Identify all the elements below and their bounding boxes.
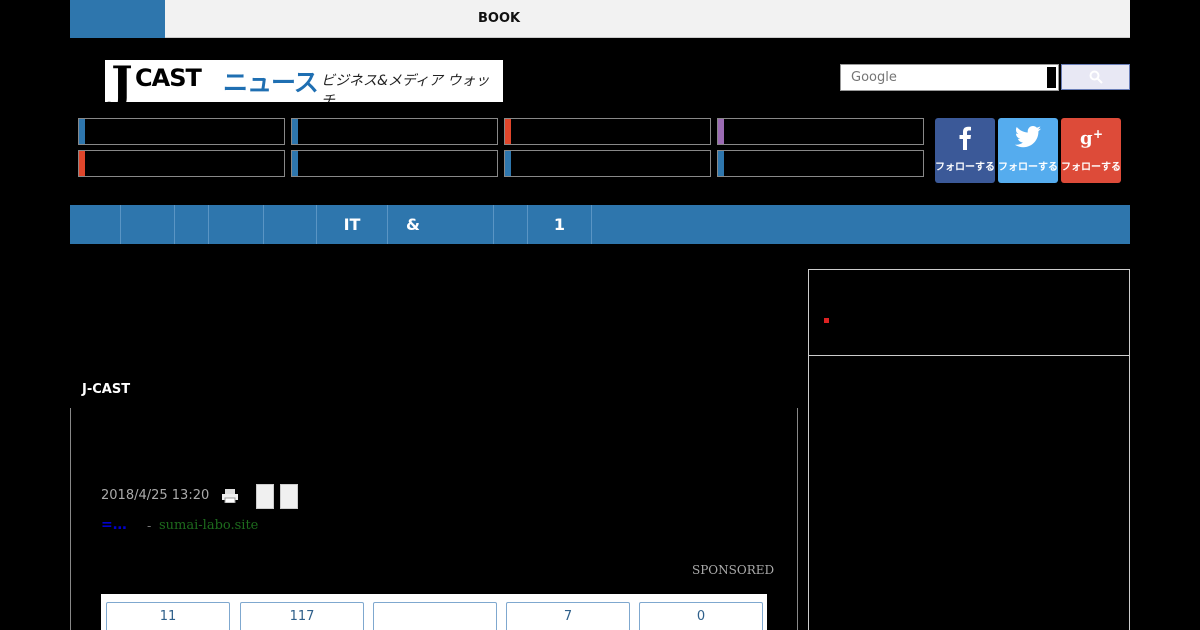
category-link-5[interactable] bbox=[78, 150, 285, 177]
share-count-3[interactable] bbox=[373, 602, 497, 630]
search-icon bbox=[1089, 70, 1103, 84]
ad-separator: - bbox=[147, 519, 152, 533]
nav-item-3[interactable] bbox=[175, 205, 209, 244]
share-count-1[interactable]: 11 bbox=[106, 602, 230, 630]
share-count-2[interactable]: 117 bbox=[240, 602, 364, 630]
google-plus-follow-label: フォローする bbox=[1061, 162, 1121, 173]
sponsored-label: SPONSORED bbox=[692, 563, 775, 577]
google-plus-follow-button[interactable]: g + フォローする bbox=[1061, 118, 1121, 183]
nav-item-1[interactable] bbox=[70, 205, 121, 244]
logo-j: J bbox=[111, 60, 133, 102]
share-count-5[interactable]: 0 bbox=[639, 602, 763, 630]
sidebar-marker bbox=[824, 318, 829, 323]
search-input[interactable] bbox=[843, 67, 1047, 88]
book-link[interactable]: BOOK bbox=[478, 11, 520, 26]
category-accent bbox=[718, 119, 724, 144]
category-link-6[interactable] bbox=[291, 150, 498, 177]
category-accent bbox=[292, 151, 298, 176]
print-icon[interactable] bbox=[221, 488, 239, 507]
site-logo[interactable]: J CAST ニュース ビジネス&メディア ウォッチ bbox=[105, 60, 503, 102]
category-accent bbox=[718, 151, 724, 176]
share-button-a[interactable] bbox=[256, 484, 274, 509]
nav-item-and[interactable]: & bbox=[388, 205, 494, 244]
search-box bbox=[840, 64, 1059, 91]
nav-item-2[interactable] bbox=[121, 205, 175, 244]
google-plus-icon: g + bbox=[1061, 118, 1121, 158]
facebook-follow-button[interactable]: フォローする bbox=[935, 118, 995, 183]
category-link-7[interactable] bbox=[504, 150, 711, 177]
facebook-follow-label: フォローする bbox=[935, 162, 995, 173]
category-accent bbox=[79, 119, 85, 144]
category-link-3[interactable] bbox=[504, 118, 711, 145]
section-label: J-CAST bbox=[82, 382, 131, 397]
twitter-icon bbox=[998, 118, 1058, 158]
category-link-8[interactable] bbox=[717, 150, 924, 177]
logo-tagline: ビジネス&メディア ウォッチ bbox=[321, 73, 490, 102]
top-bar: BOOK bbox=[70, 0, 1130, 38]
share-count-row: 11 117 7 0 bbox=[101, 594, 767, 630]
ad-link[interactable]: =… bbox=[101, 517, 127, 533]
nav-item-8[interactable] bbox=[494, 205, 528, 244]
logo-cast: CAST bbox=[135, 64, 202, 92]
category-accent bbox=[292, 119, 298, 144]
search-input-end bbox=[1047, 67, 1056, 88]
twitter-follow-label: フォローする bbox=[998, 162, 1058, 173]
nav-item-5[interactable] bbox=[264, 205, 317, 244]
logo-news: ニュース bbox=[223, 68, 319, 97]
main-nav: IT & 1 bbox=[70, 205, 1130, 244]
category-accent bbox=[79, 151, 85, 176]
page-root: BOOK J CAST ニュース ビジネス&メディア ウォッチ フォローする フ… bbox=[0, 0, 1200, 630]
facebook-icon bbox=[935, 118, 995, 158]
article-date: 2018/4/25 13:20 bbox=[101, 488, 210, 503]
twitter-follow-button[interactable]: フォローする bbox=[998, 118, 1058, 183]
search-button[interactable] bbox=[1061, 64, 1130, 90]
top-bar-home-tab[interactable] bbox=[70, 0, 165, 38]
share-count-4[interactable]: 7 bbox=[506, 602, 630, 630]
nav-item-it[interactable]: IT bbox=[317, 205, 388, 244]
sidebar-top-box bbox=[808, 269, 1130, 356]
svg-text:g: g bbox=[1080, 128, 1093, 149]
nav-item-1-num[interactable]: 1 bbox=[528, 205, 592, 244]
share-button-b[interactable] bbox=[280, 484, 298, 509]
svg-text:+: + bbox=[1093, 127, 1103, 141]
category-accent bbox=[505, 119, 511, 144]
category-link-2[interactable] bbox=[291, 118, 498, 145]
category-accent bbox=[505, 151, 511, 176]
nav-item-4[interactable] bbox=[209, 205, 264, 244]
ad-site[interactable]: sumai-labo.site bbox=[159, 518, 258, 533]
sidebar-bottom-box bbox=[808, 355, 1130, 630]
category-link-1[interactable] bbox=[78, 118, 285, 145]
category-link-4[interactable] bbox=[717, 118, 924, 145]
